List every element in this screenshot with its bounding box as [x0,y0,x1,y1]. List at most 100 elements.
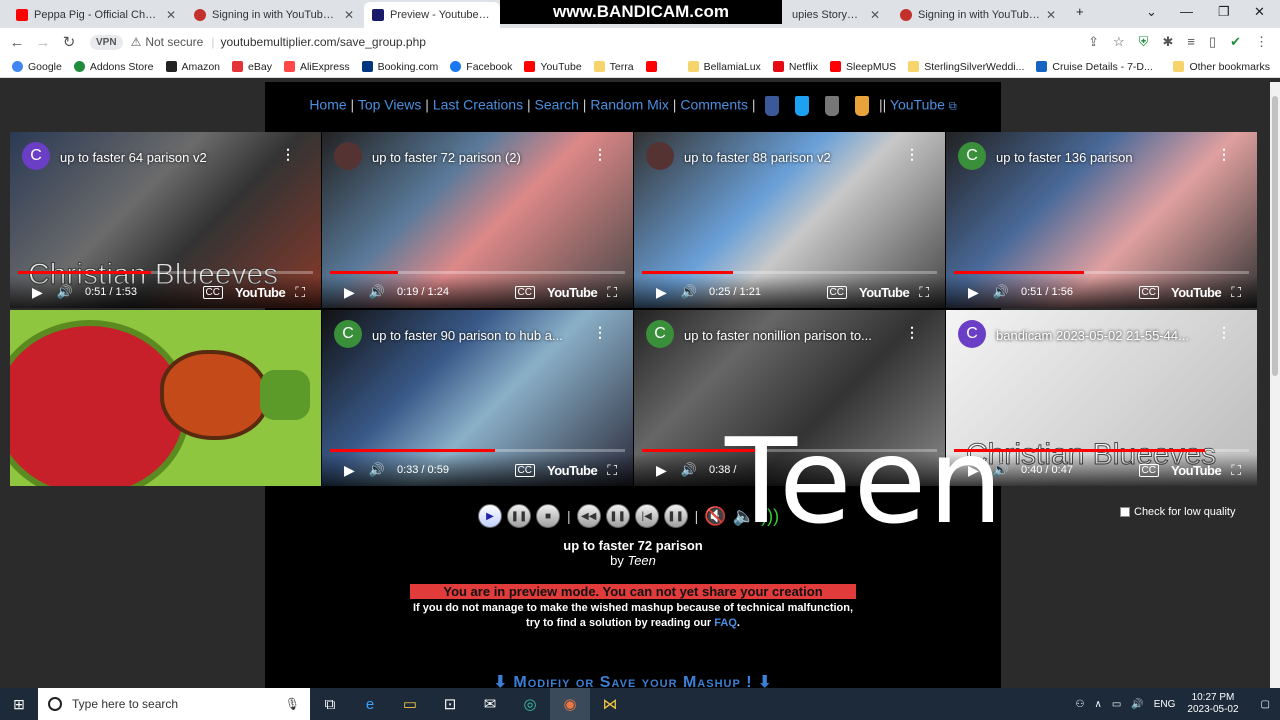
url-field[interactable]: youtubemultiplier.com/save_group.php [220,35,425,49]
more-icon[interactable]: ⋮ [1217,146,1231,163]
bookmark[interactable]: Netflix [772,61,818,73]
video-progress[interactable] [330,449,625,452]
video-tile[interactable]: C up to faster 90 parison to hub a... ⋮ … [322,310,633,486]
captions-icon[interactable]: CC [202,285,223,299]
language-indicator[interactable]: ENG [1154,699,1176,710]
windows-start-icon[interactable]: ⊞ [0,688,38,720]
vpn-badge[interactable]: VPN [90,34,123,50]
browser-tab-active[interactable]: Preview - Youtube Multip [364,2,500,28]
nav-search[interactable]: Search [535,97,579,113]
youtube-logo[interactable]: YouTube [1171,463,1222,478]
forward-icon[interactable]: → [30,34,56,51]
play-icon[interactable]: ▶ [344,284,355,301]
play-icon[interactable]: ▶ [32,284,43,301]
video-tile[interactable]: up to faster 72 parison (2) ⋮ ▶ 🔊 0:19 / … [322,132,633,308]
faq-link[interactable]: FAQ [714,617,737,629]
more-icon[interactable]: ⋮ [905,324,919,341]
rewind-button[interactable]: ◀◀ [576,504,601,528]
shield-icon[interactable]: ⛨ [1139,34,1149,50]
back-icon[interactable]: ← [4,34,30,51]
play-icon[interactable]: ▶ [344,462,355,479]
bookmark[interactable]: Google [12,61,62,73]
captions-icon[interactable]: CC [514,285,535,299]
new-tab-icon[interactable]: + [1076,4,1084,19]
bookmark[interactable]: eBay [232,61,272,73]
share-icon[interactable]: ⇪ [1088,34,1099,50]
volume-icon[interactable]: 🔊 [993,284,1009,300]
chrome-icon[interactable]: ◉ [550,688,590,720]
more-icon[interactable]: ⋮ [1217,324,1231,341]
video-tile[interactable]: up to faster 88 parison v2 ⋮ ▶ 🔊 0:25 / 1… [634,132,945,308]
browser-tab[interactable]: upies Storyboard c✕ [784,2,888,28]
scrollbar-thumb[interactable] [1272,96,1278,376]
video-progress[interactable] [18,271,313,274]
check-icon[interactable]: ✔ [1230,34,1241,50]
store-icon[interactable]: ⊡ [430,688,470,720]
close-icon[interactable]: ✕ [1046,8,1056,22]
checkbox-icon[interactable] [1120,507,1130,517]
video-progress[interactable] [642,271,937,274]
pause-button-2[interactable]: ❚❚ [663,504,688,528]
play-icon[interactable]: ▶ [656,462,667,479]
browser-tab[interactable]: Signing in with YouTube is co✕ [186,2,362,28]
youtube-logo[interactable]: YouTube [235,285,286,300]
pause-all-button[interactable]: ❚❚ [507,504,531,528]
edge-icon[interactable]: e [350,688,390,720]
notification-icon[interactable]: ▢ [1261,699,1270,710]
youtube-logo[interactable]: YouTube [547,463,598,478]
close-window-icon[interactable]: ✕ [1254,4,1265,20]
bookmark[interactable]: Terra [593,61,634,73]
page-scrollbar[interactable] [1270,82,1280,688]
fullscreen-icon[interactable]: ⛶ [1231,462,1241,479]
fullscreen-icon[interactable]: ⛶ [919,284,929,301]
reload-icon[interactable]: ↻ [56,33,82,51]
more-icon[interactable]: ⋮ [593,324,607,341]
other-bookmarks[interactable]: Other bookmarks [1173,61,1270,73]
sidebar-icon[interactable]: ▯ [1209,34,1216,50]
edge-new-icon[interactable]: ◎ [510,688,550,720]
facebook-share-icon[interactable] [765,96,780,116]
close-icon[interactable]: ✕ [344,8,354,22]
youtube-logo[interactable]: YouTube [1171,285,1222,300]
captions-icon[interactable]: CC [1138,285,1159,299]
volume-icon[interactable]: 🔊 [681,284,697,300]
microphone-icon[interactable]: 🎙 [285,697,300,711]
bookmark[interactable]: Cruise Details - 7-D... [1036,61,1153,73]
stop-button[interactable]: ■ [536,504,560,528]
video-tile[interactable]: C up to faster 64 parison v2 ⋮ Christian… [10,132,321,308]
bookmark[interactable]: SleepMUS [830,61,896,73]
nav-top-views[interactable]: Top Views [358,97,422,113]
task-view-icon[interactable]: ⧉ [310,688,350,720]
browser-tab[interactable]: Signing in with YouTube is co✕ [892,2,1064,28]
bookmark[interactable]: Booking.com [361,61,438,73]
file-explorer-icon[interactable]: ▭ [390,688,430,720]
warning-icon[interactable]: ⚠ [131,35,142,49]
bookmark[interactable]: Facebook [450,61,512,73]
nav-home[interactable]: Home [309,97,346,113]
share-cup-icon[interactable] [855,96,870,116]
fullscreen-icon[interactable]: ⛶ [295,284,305,301]
youtube-logo[interactable]: YouTube [547,285,598,300]
maximize-icon[interactable]: ❐ [1218,4,1230,20]
video-progress[interactable] [330,271,625,274]
bookmark[interactable]: Addons Store [73,61,154,73]
modify-save-heading[interactable]: ⬇ Modifiy or Save your Mashup ! ⬇ [265,672,1001,688]
star-icon[interactable]: ☆ [1113,34,1125,50]
volume-icon[interactable]: 🔊 [369,284,385,300]
volume-icon[interactable]: 🔊 [1131,699,1143,710]
mute-icon[interactable]: 🔇 [704,506,726,527]
nav-random-mix[interactable]: Random Mix [590,97,669,113]
bandicam-icon[interactable]: ⋈ [590,688,630,720]
play-all-button[interactable]: ▶ [478,504,502,528]
nav-last-creations[interactable]: Last Creations [433,97,523,113]
close-icon[interactable]: ✕ [870,8,880,22]
skip-back-button[interactable]: |◀ [634,504,659,528]
video-progress[interactable] [954,271,1249,274]
bookmark[interactable]: SterlingSilverWeddi... [908,61,1024,73]
captions-icon[interactable]: CC [514,463,535,477]
low-quality-checkbox[interactable]: Check for low quality [1120,506,1236,518]
fullscreen-icon[interactable]: ⛶ [1231,284,1241,301]
people-icon[interactable]: ⚇ [1076,699,1085,710]
video-tile[interactable]: C up to faster 136 parison ⋮ ▶ 🔊 0:51 / 1… [946,132,1257,308]
cartoon-thumbnail[interactable] [10,310,321,486]
